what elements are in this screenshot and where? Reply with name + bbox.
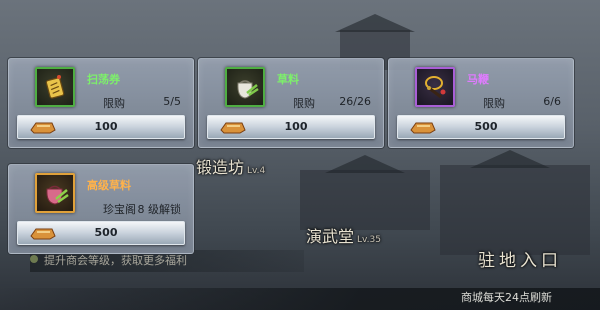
- limit-count: 8 级解锁: [137, 203, 182, 216]
- item-name: 扫荡券: [87, 73, 120, 86]
- tip-text: 提升商会等级，获取更多福利: [44, 254, 187, 267]
- buy-button[interactable]: 100: [207, 115, 375, 139]
- building-label-forge[interactable]: 锻造坊 Lv.4: [196, 154, 265, 178]
- item-price: 100: [94, 120, 118, 133]
- gate-silhouette: [440, 165, 590, 255]
- building-label-entrance[interactable]: 驻地入口: [478, 246, 562, 271]
- building-level: Lv.35: [357, 235, 381, 245]
- building-label-martial-hall[interactable]: 演武堂 Lv.35: [306, 223, 381, 247]
- gate-roof-silhouette: [470, 150, 550, 168]
- tip-dot-icon: [30, 255, 38, 263]
- buy-button[interactable]: 100: [17, 115, 185, 139]
- limit-count: 26/26: [339, 95, 371, 108]
- limit-count: 6/6: [543, 95, 561, 108]
- item-price: 100: [284, 120, 308, 133]
- limit-label: 珍宝阁: [103, 203, 136, 216]
- limit-label: 限购: [483, 97, 505, 110]
- item-price: 500: [474, 120, 498, 133]
- buy-button[interactable]: 500: [17, 221, 185, 245]
- item-name: 高级草料: [87, 179, 131, 192]
- building-name: 驻地入口: [478, 251, 562, 271]
- pagoda-roof-silhouette: [335, 14, 415, 32]
- horse-whip-icon: [415, 67, 455, 107]
- item-price: 500: [94, 226, 118, 239]
- game-background: 锻造坊 Lv.4 演武堂 Lv.35 驻地入口 提升商会等级，获取更多福利 商城每天…: [0, 0, 600, 310]
- refresh-note: 商城每天24点刷新: [461, 291, 552, 304]
- buy-button[interactable]: 500: [397, 115, 565, 139]
- hall-roof-silhouette: [325, 155, 405, 173]
- fodder-sack-icon: [225, 67, 265, 107]
- item-name: 草料: [277, 73, 299, 86]
- limit-label: 限购: [103, 97, 125, 110]
- hall-silhouette: [300, 170, 430, 230]
- premium-fodder-icon: [35, 173, 75, 213]
- shop-item-card[interactable]: 高级草料 珍宝阁 8 级解锁 500: [8, 164, 194, 254]
- sweep-ticket-icon: [35, 67, 75, 107]
- shop-item-card[interactable]: 马鞭 限购 6/6 500: [388, 58, 574, 148]
- shop-item-card[interactable]: 扫荡券 限购 5/5 100: [8, 58, 194, 148]
- building-name: 演武堂: [306, 227, 355, 246]
- limit-count: 5/5: [163, 95, 181, 108]
- item-name: 马鞭: [467, 73, 489, 86]
- limit-label: 限购: [293, 97, 315, 110]
- building-name: 锻造坊: [196, 158, 245, 177]
- shop-item-card[interactable]: 草料 限购 26/26 100: [198, 58, 384, 148]
- building-level: Lv.4: [247, 166, 266, 176]
